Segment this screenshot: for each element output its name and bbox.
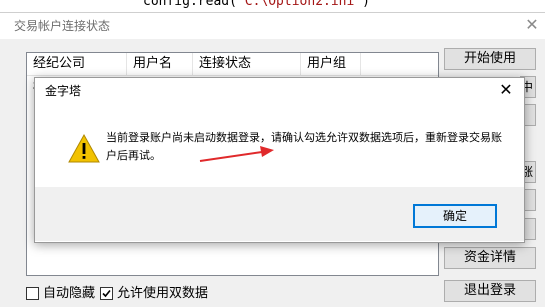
col-broker[interactable]: 经纪公司 [27,53,127,75]
checkbox-box[interactable] [100,287,113,300]
window-titlebar: 交易帐户连接状态 ✕ [0,13,545,39]
funds-detail-button[interactable]: 资金详情 [444,247,536,269]
window-close-icon[interactable]: ✕ [521,14,543,36]
dialog-message: 当前登录账户尚未启动数据登录，请确认勾选允许双数据选项后，重新登录交易账户后再试… [106,131,502,162]
checkbox-box[interactable] [26,287,39,300]
logout-button[interactable]: 退出登录 [444,280,536,302]
checkbox-label: 自动隐藏 [43,286,96,301]
warning-icon [68,133,100,163]
code-string: C:\Option2.ini [236,0,355,9]
dialog-footer: 确定 [35,187,524,241]
code-editor-line: config.read( C:\Option2.ini ) [0,0,545,12]
checkbox-label: 允许使用双数据 [117,286,209,301]
code-suffix: ) [354,0,370,9]
message-dialog: 金字塔 ✕ 当前登录账户尚未启动数据登录，请确认勾选允许双数据选项后，重新登录交… [34,77,525,243]
check-icon [102,289,111,298]
window-title: 交易帐户连接状态 [14,19,111,33]
start-button[interactable]: 开始使用 [444,48,536,70]
dialog-title: 金字塔 [45,84,82,98]
col-username[interactable]: 用户名 [127,53,193,75]
col-status[interactable]: 连接状态 [193,53,301,75]
list-header: 经纪公司 用户名 连接状态 用户组 [27,53,438,76]
col-group[interactable]: 用户组 [301,53,361,75]
code-prefix: config.read( [143,0,237,9]
dialog-close-icon[interactable]: ✕ [493,79,519,101]
code-text: config.read( C:\Option2.ini ) [143,0,370,9]
ok-button[interactable]: 确定 [413,204,497,228]
dialog-body: 当前登录账户尚未启动数据登录，请确认勾选允许双数据选项后，重新登录交易账户后再试… [35,105,524,187]
